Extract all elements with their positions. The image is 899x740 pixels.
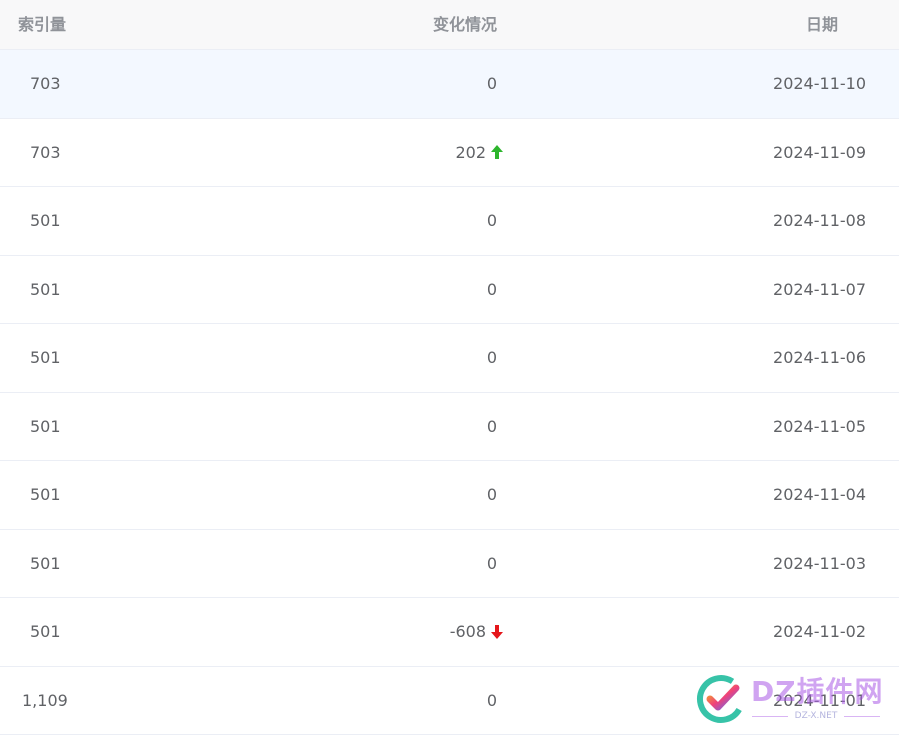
table-row[interactable]: 1,109 0 2024-11-01 [0,667,899,735]
table-row[interactable]: 501 -608 2024-11-02 [0,598,899,667]
table-header: 索引量 变化情况 日期 [0,0,899,50]
table-body: 703 0 2024-11-10 703 202 2024-11-09 501 0 2024-1… [0,50,899,735]
cell-date: 2024-11-01 [773,690,866,710]
cell-date: 2024-11-09 [773,142,866,162]
table-row[interactable]: 703 0 2024-11-10 [0,50,899,119]
cell-date: 2024-11-04 [773,485,866,505]
cell-date: 2024-11-07 [773,279,866,299]
cell-date: 2024-11-03 [773,553,866,573]
index-table: 索引量 变化情况 日期 703 0 2024-11-10 703 202 2024-11-… [0,0,899,735]
table-row[interactable]: 501 0 2024-11-05 [0,393,899,461]
cell-date: 2024-11-06 [773,348,866,368]
header-date[interactable]: 日期 [0,0,838,50]
cell-date: 2024-11-02 [773,622,866,642]
cell-date: 2024-11-10 [773,74,866,94]
table-row[interactable]: 501 0 2024-11-07 [0,256,899,324]
table-row[interactable]: 501 0 2024-11-03 [0,530,899,598]
table-row[interactable]: 501 0 2024-11-04 [0,461,899,530]
table-row[interactable]: 703 202 2024-11-09 [0,119,899,187]
cell-date: 2024-11-08 [773,211,866,231]
cell-date: 2024-11-05 [773,416,866,436]
table-row[interactable]: 501 0 2024-11-06 [0,324,899,393]
table-row[interactable]: 501 0 2024-11-08 [0,187,899,256]
